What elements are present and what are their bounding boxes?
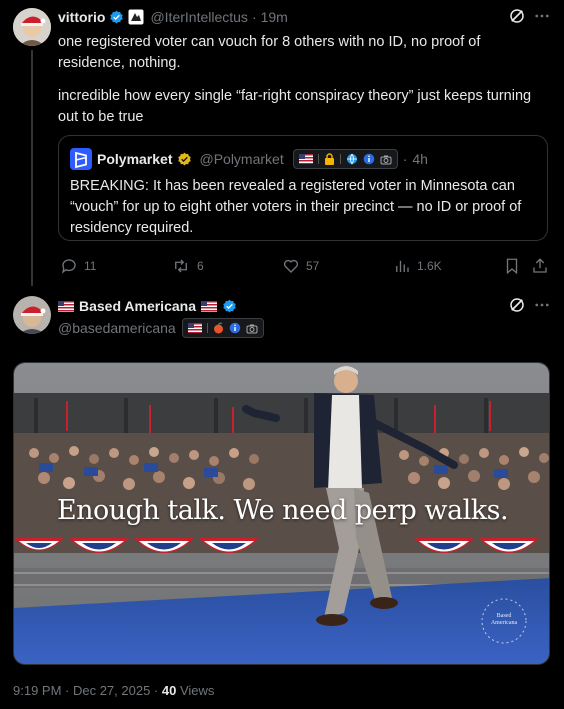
media-caption: Enough talk. We need perp walks. bbox=[56, 495, 509, 526]
separator-dot: · bbox=[402, 151, 408, 167]
reply-icon bbox=[61, 259, 76, 274]
globe-icon bbox=[346, 153, 357, 165]
views-count: 40 bbox=[161, 683, 177, 698]
like-count: 57 bbox=[306, 259, 320, 273]
quoted-post-text: BREAKING: It has been revealed a registe… bbox=[70, 178, 522, 236]
repost-icon bbox=[175, 259, 187, 273]
camera-icon bbox=[380, 155, 392, 164]
views-label: Views bbox=[176, 683, 215, 698]
post-header: vittorio @IterIntellectus · 19m bbox=[58, 8, 288, 26]
post-media-image[interactable]: Enough talk. We need perp walks. Based A… bbox=[13, 362, 550, 665]
bookmark-icon[interactable] bbox=[503, 257, 521, 275]
handle[interactable]: @IterIntellectus bbox=[150, 9, 247, 25]
info-icon bbox=[363, 153, 375, 165]
repost-button[interactable]: 6 bbox=[171, 257, 204, 275]
analytics-icon bbox=[396, 260, 409, 272]
quoted-post-time[interactable]: 4h bbox=[412, 151, 428, 167]
affiliate-badge-icon bbox=[128, 9, 144, 25]
us-flag-icon bbox=[187, 323, 202, 333]
handle-row: @basedamericana bbox=[58, 318, 264, 338]
thread-line bbox=[31, 50, 33, 286]
divider bbox=[206, 323, 208, 333]
us-flag-icon bbox=[298, 154, 313, 164]
profile-badges bbox=[292, 149, 398, 169]
divider bbox=[317, 154, 319, 164]
grok-icon[interactable] bbox=[508, 296, 526, 314]
avatar-image bbox=[13, 296, 51, 334]
more-options-icon[interactable] bbox=[533, 7, 551, 25]
reply-count: 11 bbox=[84, 259, 97, 273]
view-count: 1.6K bbox=[417, 259, 442, 273]
reply-button[interactable]: 11 bbox=[60, 257, 96, 275]
info-icon bbox=[229, 322, 241, 334]
heart-icon bbox=[283, 259, 299, 273]
display-name[interactable]: vittorio bbox=[58, 9, 105, 25]
watermark-logo: Based Americana bbox=[490, 613, 518, 626]
us-flag-icon bbox=[200, 300, 217, 312]
separator-dot: · bbox=[251, 9, 257, 25]
camera-icon bbox=[246, 324, 258, 333]
us-flag-icon bbox=[58, 300, 74, 312]
views-button[interactable]: 1.6K bbox=[393, 257, 442, 275]
post-time[interactable]: 19m bbox=[261, 9, 288, 25]
display-name[interactable]: Based Americana bbox=[79, 298, 196, 314]
quoted-post-header: Polymarket @Polymarket · 4h bbox=[70, 148, 428, 170]
peach-icon bbox=[213, 322, 223, 334]
handle[interactable]: @basedamericana bbox=[58, 320, 176, 336]
post-meta: 9:19 PM · Dec 27, 2025 · 40 Views bbox=[13, 683, 214, 698]
more-options-icon[interactable] bbox=[533, 296, 551, 314]
grok-icon[interactable] bbox=[508, 7, 526, 25]
post-header: Based Americana bbox=[58, 297, 237, 315]
repost-count: 6 bbox=[197, 259, 204, 273]
profile-badges bbox=[181, 318, 264, 338]
verified-badge-icon bbox=[223, 299, 236, 312]
post-text-paragraph: incredible how every single “far-right c… bbox=[58, 88, 532, 125]
gold-verified-badge-icon bbox=[178, 152, 192, 165]
quoted-post[interactable]: Polymarket @Polymarket · 4h BREAKING: It… bbox=[58, 135, 548, 241]
quoted-display-name[interactable]: Polymarket bbox=[97, 151, 172, 167]
avatar[interactable] bbox=[13, 8, 51, 46]
post-text: one registered voter can vouch for 8 oth… bbox=[58, 32, 548, 128]
post-text-paragraph: one registered voter can vouch for 8 oth… bbox=[58, 34, 481, 71]
verified-badge-icon bbox=[110, 10, 124, 23]
like-button[interactable]: 57 bbox=[282, 257, 319, 275]
polymarket-logo-icon bbox=[70, 148, 92, 170]
share-icon[interactable] bbox=[531, 257, 549, 275]
lock-icon bbox=[324, 153, 334, 165]
divider bbox=[339, 154, 341, 164]
avatar[interactable] bbox=[13, 296, 51, 334]
avatar-image bbox=[13, 8, 51, 46]
post-timestamp[interactable]: 9:19 PM · Dec 27, 2025 · bbox=[13, 683, 162, 698]
quoted-handle[interactable]: @Polymarket bbox=[199, 151, 283, 167]
